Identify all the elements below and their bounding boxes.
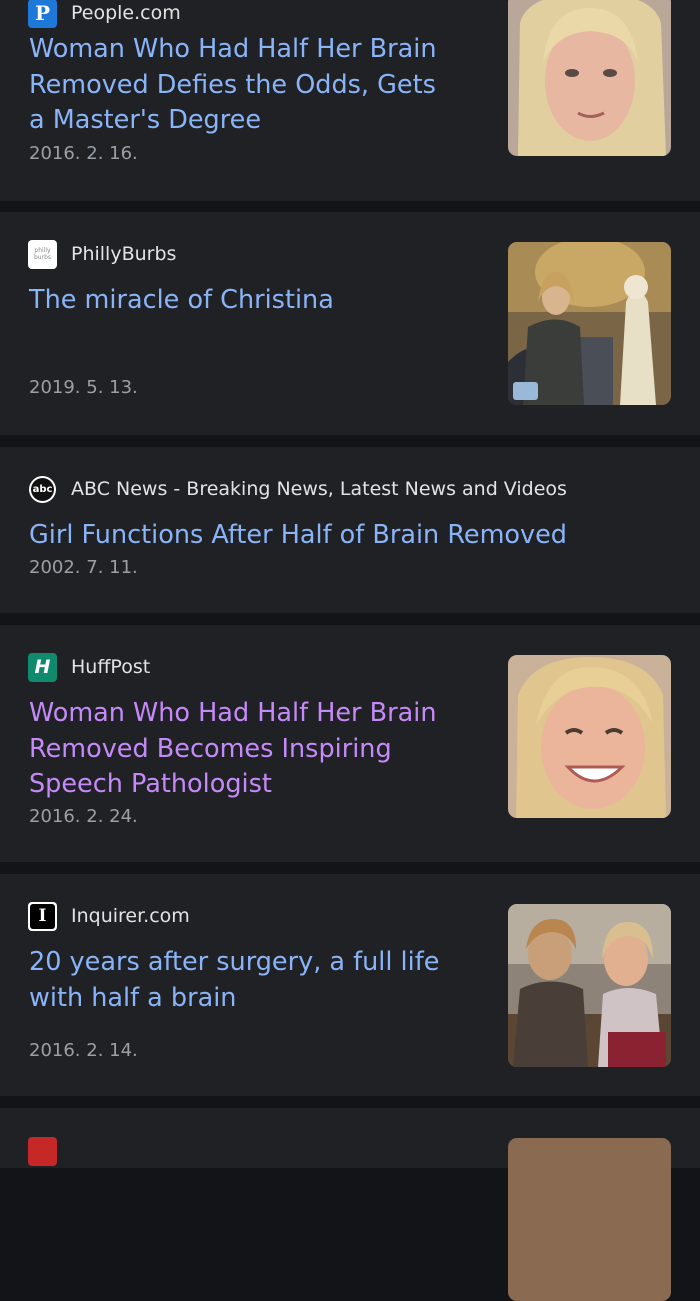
blonde-woman-image — [508, 0, 671, 156]
news-date: 2016. 2. 24. — [29, 806, 138, 827]
abc-logo-inner: abc — [31, 477, 54, 501]
news-headline-link[interactable]: Girl Functions After Half of Brain Remov… — [29, 518, 669, 554]
news-source-name: PhillyBurbs — [71, 243, 177, 265]
news-source-name: People.com — [71, 2, 181, 24]
news-card[interactable]: H HuffPost Woman Who Had Half Her Brain … — [0, 625, 700, 862]
news-thumbnail[interactable] — [508, 655, 671, 818]
phillyburbs-logo-text: philly burbs — [33, 247, 51, 261]
news-date: 2002. 7. 11. — [29, 557, 138, 578]
people-logo-icon: P — [28, 0, 57, 28]
news-source[interactable]: H HuffPost — [28, 652, 150, 682]
woman-beside-statue-image — [508, 242, 671, 405]
news-headline-link[interactable]: Woman Who Had Half Her Brain Removed Bec… — [29, 696, 474, 803]
news-headline-link[interactable]: Woman Who Had Half Her Brain Removed Def… — [29, 32, 459, 139]
huffpost-logo-icon: H — [28, 652, 57, 682]
inquirer-logo-icon: I — [28, 901, 57, 931]
news-card[interactable]: philly burbs PhillyBurbs The miracle of … — [0, 212, 700, 435]
news-date: 2016. 2. 16. — [29, 143, 138, 164]
news-date: 2016. 2. 14. — [29, 1040, 138, 1061]
news-card[interactable] — [0, 1108, 700, 1301]
phillyburbs-logo-icon: philly burbs — [28, 239, 57, 269]
huffpost-logo-letter: H — [34, 656, 51, 678]
inquirer-logo-letter: I — [38, 906, 47, 926]
news-source-name: Inquirer.com — [71, 905, 190, 927]
news-card[interactable]: P People.com Woman Who Had Half Her Brai… — [0, 0, 700, 201]
news-thumbnail[interactable] — [508, 1138, 671, 1301]
two-women-couch-image — [508, 904, 671, 1067]
news-source-name: HuffPost — [71, 656, 151, 678]
abc-logo-badge: abc — [29, 475, 56, 503]
news-headline-link[interactable]: 20 years after surgery, a full life with… — [29, 945, 474, 1016]
news-thumbnail[interactable] — [508, 904, 671, 1067]
people-logo-letter: P — [34, 1, 51, 25]
abc-logo-icon: abc — [28, 474, 57, 504]
news-thumbnail[interactable] — [508, 0, 671, 156]
news-date: 2019. 5. 13. — [29, 377, 138, 398]
news-source[interactable]: P People.com — [28, 0, 181, 28]
news-source-name: ABC News - Breaking News, Latest News an… — [71, 478, 567, 500]
smiling-woman-image — [508, 655, 671, 818]
news-source[interactable]: philly burbs PhillyBurbs — [28, 239, 176, 269]
news-thumbnail[interactable] — [508, 242, 671, 405]
news-headline-link[interactable]: The miracle of Christina — [29, 283, 459, 319]
news-card[interactable]: I Inquirer.com 20 years after surgery, a… — [0, 874, 700, 1096]
abc-logo-text: abc — [32, 483, 53, 495]
inquirer-logo-badge: I — [30, 903, 55, 929]
news-source[interactable]: abc ABC News - Breaking News, Latest New… — [28, 474, 567, 504]
source-logo-icon — [28, 1137, 57, 1166]
news-source[interactable]: I Inquirer.com — [28, 901, 190, 931]
news-card[interactable]: abc ABC News - Breaking News, Latest New… — [0, 447, 700, 613]
